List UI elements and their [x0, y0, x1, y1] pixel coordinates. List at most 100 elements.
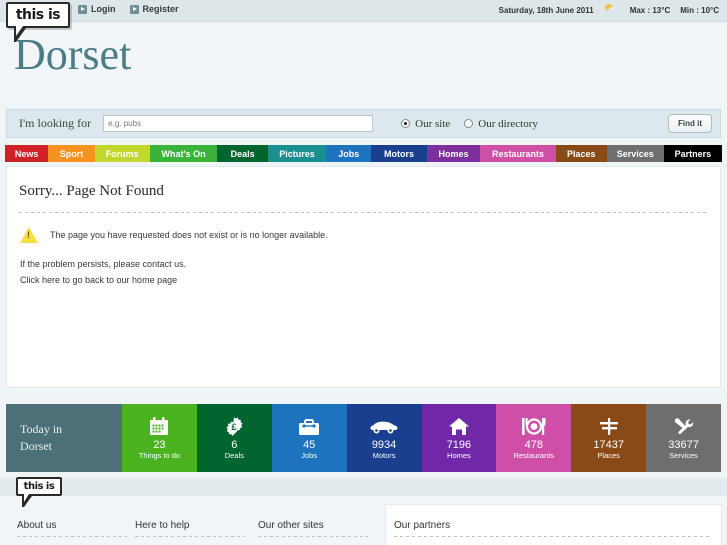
nav-item-services[interactable]: Services	[606, 145, 664, 162]
footer-strip	[0, 478, 727, 496]
logo-text: this is	[15, 7, 61, 23]
top-utility-bar: Login Register Saturday, 18th June 2011 …	[0, 0, 727, 22]
stat-value: 23	[153, 438, 166, 451]
briefcase-icon	[298, 416, 320, 438]
sun-behind-cloud-icon	[604, 4, 620, 16]
nav-item-label: Partners	[674, 148, 712, 159]
footer-thisis-logo[interactable]: this is	[16, 477, 62, 507]
nav-item-restaurants[interactable]: Restaurants	[480, 145, 556, 162]
signpost-icon	[598, 416, 620, 438]
arrow-right-icon	[78, 4, 87, 14]
footer: this is About us Here to help Our other si…	[0, 477, 727, 545]
nav-item-forums[interactable]: Forums	[94, 145, 150, 162]
nav-item-label: News	[14, 148, 39, 159]
stat-tile-jobs[interactable]: 45 Jobs	[271, 404, 347, 472]
stat-label: Places	[597, 450, 620, 460]
stat-label: Services	[669, 450, 698, 460]
weather-strip: Saturday, 18th June 2011 Max : 13°C Min …	[499, 4, 719, 16]
today-in-panel: Today in Dorset	[6, 404, 122, 472]
nav-item-label: Forums	[105, 148, 139, 159]
radio-our-site[interactable]: Our site	[401, 118, 450, 130]
register-link[interactable]: Register	[129, 4, 179, 14]
find-it-button[interactable]: Find it	[668, 114, 712, 133]
stat-value: 7196	[446, 438, 472, 451]
login-label: Login	[91, 4, 116, 14]
stat-tile-homes[interactable]: 7196 Homes	[421, 404, 497, 472]
stat-tile-motors[interactable]: 9934 Motors	[346, 404, 422, 472]
stat-label: Homes	[447, 450, 471, 460]
current-date: Saturday, 18th June 2011	[498, 5, 594, 15]
footer-column-divider	[17, 536, 127, 537]
stat-tile-things-to-do[interactable]: 23 Things to do	[122, 404, 197, 472]
nav-item-jobs[interactable]: Jobs	[326, 145, 372, 162]
footer-column-our-other-sites[interactable]: Our other sites	[258, 520, 368, 537]
footer-column-title: Our partners	[394, 520, 451, 531]
search-input[interactable]	[103, 115, 374, 132]
nav-item-places[interactable]: Places	[555, 145, 607, 162]
nav-item-deals[interactable]: Deals	[217, 145, 268, 162]
nav-item-sport[interactable]: Sport	[48, 145, 95, 162]
nav-item-what-s-on[interactable]: What's On	[149, 145, 218, 162]
footer-column-divider	[258, 536, 368, 537]
cutlery-plate-icon	[521, 416, 547, 438]
masthead: Dorset	[0, 23, 727, 104]
stat-tile-restaurants[interactable]: 478 Restaurants	[496, 404, 572, 472]
stat-label: Jobs	[301, 450, 318, 460]
footer-column-title: About us	[17, 520, 57, 531]
nav-item-label: Jobs	[338, 148, 360, 159]
radio-dot-icon	[401, 119, 411, 128]
footer-column-divider	[135, 536, 245, 537]
calendar-icon	[149, 416, 169, 438]
page-title: Sorry... Page Not Found	[19, 183, 164, 199]
stat-tile-deals[interactable]: £6 Deals	[196, 404, 272, 472]
nav-item-label: Motors	[384, 148, 415, 159]
footer-column-our-partners[interactable]: Our partners	[394, 520, 711, 537]
footer-column-here-to-help[interactable]: Here to help	[135, 520, 245, 537]
search-scope-radios: Our site Our directory	[401, 118, 538, 130]
nav-item-pictures[interactable]: Pictures	[267, 145, 327, 162]
nav-item-label: Sport	[59, 148, 84, 159]
nav-item-label: Restaurants	[492, 148, 545, 159]
footer-logo-text: this is	[23, 481, 55, 492]
find-it-label: Find it	[678, 119, 702, 128]
stat-value: 6	[231, 438, 238, 451]
footer-column-title: Here to help	[135, 520, 190, 531]
stat-value: 45	[303, 438, 316, 451]
stat-value: 33677	[668, 438, 699, 451]
login-link[interactable]: Login	[78, 4, 116, 14]
arrow-right-icon	[129, 4, 139, 14]
temp-min: Min : 10°C	[680, 5, 719, 15]
nav-item-label: Homes	[438, 148, 469, 159]
radio-our-directory-label: Our directory	[478, 117, 538, 130]
radio-our-directory[interactable]: Our directory	[464, 118, 538, 130]
error-message-row: The page you have requested does not exi…	[20, 227, 328, 243]
nav-item-partners[interactable]: Partners	[663, 145, 722, 162]
nav-item-news[interactable]: News	[5, 145, 49, 162]
stat-tile-places[interactable]: 17437 Places	[571, 404, 647, 472]
warning-triangle-icon	[20, 227, 38, 243]
footer-column-divider	[394, 536, 711, 537]
contact-line[interactable]: If the problem persists, please contact …	[20, 259, 186, 269]
house-icon	[448, 416, 470, 438]
search-bar: I'm looking for Our site Our directory F…	[6, 109, 721, 138]
home-link-line[interactable]: Click here to go back to our home page	[20, 275, 177, 285]
stat-label: Motors	[372, 450, 396, 460]
stat-value: 478	[524, 438, 543, 451]
radio-dot-icon	[464, 119, 474, 128]
nav-item-homes[interactable]: Homes	[426, 145, 481, 162]
nav-item-motors[interactable]: Motors	[371, 145, 427, 162]
tools-icon	[673, 416, 695, 438]
stat-label: Restaurants	[513, 450, 555, 460]
nav-item-label: Deals	[230, 148, 255, 159]
page-root: Login Register Saturday, 18th June 2011 …	[0, 0, 727, 545]
footer-column-about-us[interactable]: About us	[17, 520, 127, 537]
search-label: I'm looking for	[19, 116, 92, 130]
stat-label: Things to do	[138, 450, 181, 460]
stat-tile-services[interactable]: 33677 Services	[646, 404, 721, 472]
temp-max: Max : 13°C	[629, 5, 671, 15]
thisis-logo[interactable]: this is	[6, 2, 70, 42]
today-line-1: Today in	[20, 421, 63, 436]
today-stats-bar: Today in Dorset 23 Things to do £6 Deals 45 J…	[6, 404, 721, 472]
pound-badge-icon: £	[224, 416, 244, 438]
radio-our-site-label: Our site	[415, 117, 451, 130]
